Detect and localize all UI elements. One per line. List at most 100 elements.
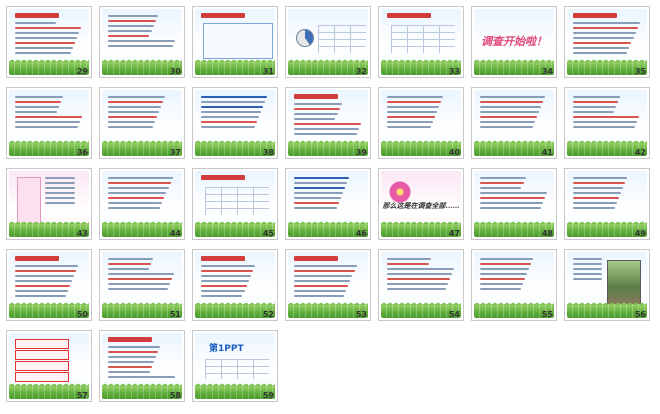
slide-thumbnail[interactable]: 39 [285, 87, 371, 159]
text-line [294, 103, 342, 105]
text-line [108, 177, 173, 179]
slide-thumbnail[interactable]: 55 [471, 249, 557, 321]
slide-number: 50 [76, 310, 88, 319]
slide-thumbnail[interactable]: 57 [6, 330, 92, 402]
text-line [108, 187, 169, 189]
text-line [294, 295, 345, 297]
table-graphic [391, 25, 455, 53]
text-line [15, 37, 77, 39]
slide-number: 54 [448, 310, 460, 319]
text-line [480, 182, 524, 184]
text-line [15, 42, 75, 44]
text-line [387, 116, 436, 118]
slide-thumbnail[interactable]: 36 [6, 87, 92, 159]
slide-face [195, 90, 275, 156]
text-line [108, 40, 175, 42]
slide-text-lines [201, 265, 269, 300]
slide-face [195, 9, 275, 75]
text-line [108, 106, 162, 108]
slide-title-bar [201, 256, 245, 261]
slide-thumbnail[interactable]: 45 [192, 168, 278, 240]
text-line [15, 275, 75, 277]
ppt-logo: 第1PPT [209, 344, 244, 354]
slide-number: 37 [169, 148, 181, 157]
text-line [108, 30, 152, 32]
slide-text-lines [573, 177, 641, 212]
text-line [108, 202, 163, 204]
slide-thumbnail[interactable]: 49 [564, 168, 650, 240]
slide-title-bar [108, 337, 152, 342]
text-line [201, 285, 247, 287]
slide-number: 32 [355, 67, 367, 76]
text-line [387, 126, 432, 128]
slide-thumbnail[interactable]: 33 [378, 6, 464, 78]
slide-thumbnail[interactable]: 52 [192, 249, 278, 321]
slide-thumbnail[interactable]: 41 [471, 87, 557, 159]
slide-number: 53 [355, 310, 367, 319]
text-line [15, 96, 64, 98]
slide-thumbnail[interactable]: 37 [99, 87, 185, 159]
slide-face [102, 171, 182, 237]
slide-thumbnail[interactable]: 58 [99, 330, 185, 402]
slide-thumbnail[interactable]: 40 [378, 87, 464, 159]
slide-thumbnail[interactable]: 53 [285, 249, 371, 321]
text-line [15, 295, 66, 297]
text-line [573, 187, 624, 189]
slide-text-lines [108, 96, 176, 131]
slide-thumbnail[interactable]: 44 [99, 168, 185, 240]
text-line [573, 96, 620, 98]
text-line [294, 197, 341, 199]
slide-thumbnail[interactable]: 第1PPT 59 [192, 330, 278, 402]
text-line [387, 283, 449, 285]
text-line [15, 27, 81, 29]
slide-thumbnail[interactable]: 54 [378, 249, 464, 321]
text-line [480, 101, 544, 103]
slide-thumbnail[interactable]: 调查开始啦！ 34 [471, 6, 557, 78]
slide-title-bar [15, 256, 59, 261]
slide-thumbnail[interactable]: 56 [564, 249, 650, 321]
text-line [294, 118, 336, 120]
slide-thumbnail[interactable]: 50 [6, 249, 92, 321]
slide-thumbnail[interactable]: 32 [285, 6, 371, 78]
text-line [387, 258, 432, 260]
text-line [201, 96, 267, 98]
slide-face [9, 333, 89, 399]
slide-number: 46 [355, 229, 367, 238]
slide-thumbnail[interactable]: 30 [99, 6, 185, 78]
slide-thumbnail[interactable]: 46 [285, 168, 371, 240]
text-line [573, 177, 628, 179]
slide-thumbnail[interactable]: 29 [6, 6, 92, 78]
slide-thumbnail[interactable]: 38 [192, 87, 278, 159]
text-line [108, 361, 155, 363]
text-line [480, 278, 525, 280]
text-line [201, 275, 251, 277]
slide-thumbnail[interactable]: 那么这是在调查全部…… 47 [378, 168, 464, 240]
slide-face [9, 9, 89, 75]
text-line [480, 288, 521, 290]
slide-face [288, 252, 368, 318]
text-line [108, 96, 166, 98]
slide-thumbnail[interactable]: 31 [192, 6, 278, 78]
text-line [294, 192, 343, 194]
text-line [15, 111, 58, 113]
slide-text-lines [573, 258, 605, 283]
text-line [201, 270, 253, 272]
slide-thumbnail[interactable]: 35 [564, 6, 650, 78]
slide-number: 39 [355, 148, 367, 157]
text-line [201, 111, 261, 113]
text-line [573, 182, 626, 184]
text-line [294, 123, 361, 125]
text-line [15, 121, 81, 123]
slide-thumbnail[interactable]: 48 [471, 168, 557, 240]
slide-thumbnail[interactable]: 51 [99, 249, 185, 321]
text-line [387, 121, 434, 123]
text-line [294, 133, 357, 135]
text-line [387, 268, 455, 270]
pie-chart-icon [296, 29, 314, 47]
text-line [108, 371, 151, 373]
text-line [573, 32, 636, 34]
slide-thumbnail[interactable]: 43 [6, 168, 92, 240]
text-line [15, 116, 83, 118]
slide-thumbnail[interactable]: 42 [564, 87, 650, 159]
slide-text-lines [108, 258, 176, 293]
